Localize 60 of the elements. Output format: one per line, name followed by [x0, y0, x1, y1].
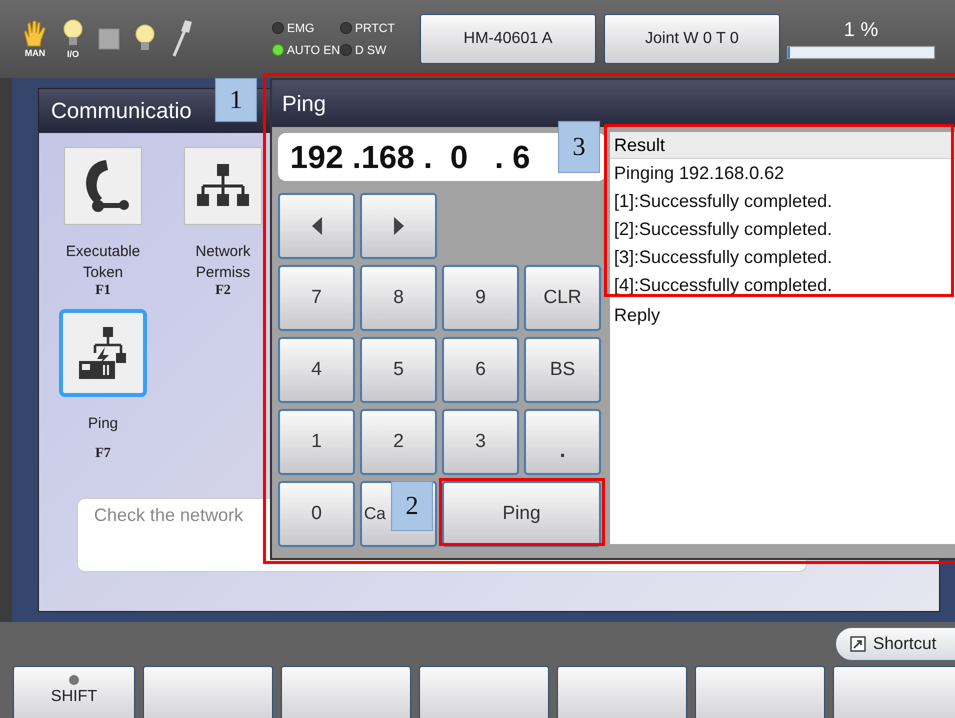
- result-line: Pinging 192.168.0.62: [613, 162, 786, 185]
- keypad-key[interactable]: 8: [360, 265, 437, 331]
- keypad-key[interactable]: 2: [360, 409, 437, 475]
- indicator-label: D SW: [355, 43, 386, 57]
- indicator-label: PRTCT: [355, 21, 395, 35]
- wrench-icon[interactable]: [170, 20, 194, 58]
- callout-number: 2: [391, 481, 433, 531]
- status-button[interactable]: Joint W 0 T 0: [604, 14, 780, 64]
- callout-number: 3: [558, 121, 600, 173]
- progress-reading: 1 %: [844, 19, 878, 42]
- tile-label: Ping: [88, 414, 118, 434]
- keypad-key[interactable]: 4: [278, 337, 355, 403]
- function-key[interactable]: [833, 666, 955, 718]
- keypad-key[interactable]: 1: [278, 409, 355, 475]
- tile-label: Network Permiss: [195, 242, 250, 283]
- keypad-key[interactable]: Ping: [442, 481, 601, 547]
- keypad-key[interactable]: 9: [442, 265, 519, 331]
- status-button[interactable]: HM-40601 A: [420, 14, 596, 64]
- keypad-key[interactable]: .: [524, 409, 601, 475]
- menu-tile[interactable]: [184, 147, 262, 225]
- description-text: Check the network: [94, 505, 244, 525]
- reply-label: Reply: [613, 304, 662, 327]
- keypad-key[interactable]: CLR: [524, 265, 601, 331]
- result-line: [2]:Successfully completed.: [613, 218, 834, 241]
- indicator-label: AUTO EN: [286, 43, 340, 57]
- keypad-key[interactable]: 7: [278, 265, 355, 331]
- keypad-key[interactable]: 0: [278, 481, 355, 547]
- result-line: [3]:Successfully completed.: [613, 246, 834, 269]
- tile-label: Executable Token: [66, 242, 140, 283]
- keypad-key[interactable]: 6: [442, 337, 519, 403]
- keypad-key[interactable]: BS: [524, 337, 601, 403]
- function-key[interactable]: [419, 666, 549, 718]
- function-key[interactable]: SHIFT: [13, 666, 135, 718]
- right-arrow-icon: [394, 217, 404, 235]
- panel-title: Communicatio: [51, 98, 192, 124]
- menu-tile[interactable]: [64, 147, 142, 225]
- callout-number: 1: [215, 78, 257, 122]
- square-icon[interactable]: [98, 28, 120, 50]
- indicator-label: EMG: [287, 21, 314, 35]
- left-arrow-icon: [312, 217, 322, 235]
- result-line: [4]:Successfully completed.: [613, 274, 834, 297]
- function-key[interactable]: [695, 666, 825, 718]
- keypad-key[interactable]: 5: [360, 337, 437, 403]
- dialog-title: Ping: [282, 90, 326, 116]
- icon-label: MAN: [24, 48, 46, 58]
- keypad-key[interactable]: 3: [442, 409, 519, 475]
- function-key-label: F1: [95, 283, 111, 299]
- result-header: Result: [610, 132, 955, 159]
- function-key[interactable]: [557, 666, 687, 718]
- function-key[interactable]: [281, 666, 411, 718]
- function-key-label: F2: [215, 283, 231, 299]
- arrow-key[interactable]: [360, 193, 437, 259]
- function-key[interactable]: [143, 666, 273, 718]
- result-line: [1]:Successfully completed.: [613, 190, 834, 213]
- menu-tile[interactable]: [59, 309, 147, 397]
- arrow-key[interactable]: [278, 193, 355, 259]
- hand-icon[interactable]: [22, 20, 48, 48]
- shortcut-button[interactable]: Shortcut: [835, 627, 955, 661]
- function-key-label: F7: [95, 446, 111, 462]
- icon-label: I/O: [66, 49, 79, 59]
